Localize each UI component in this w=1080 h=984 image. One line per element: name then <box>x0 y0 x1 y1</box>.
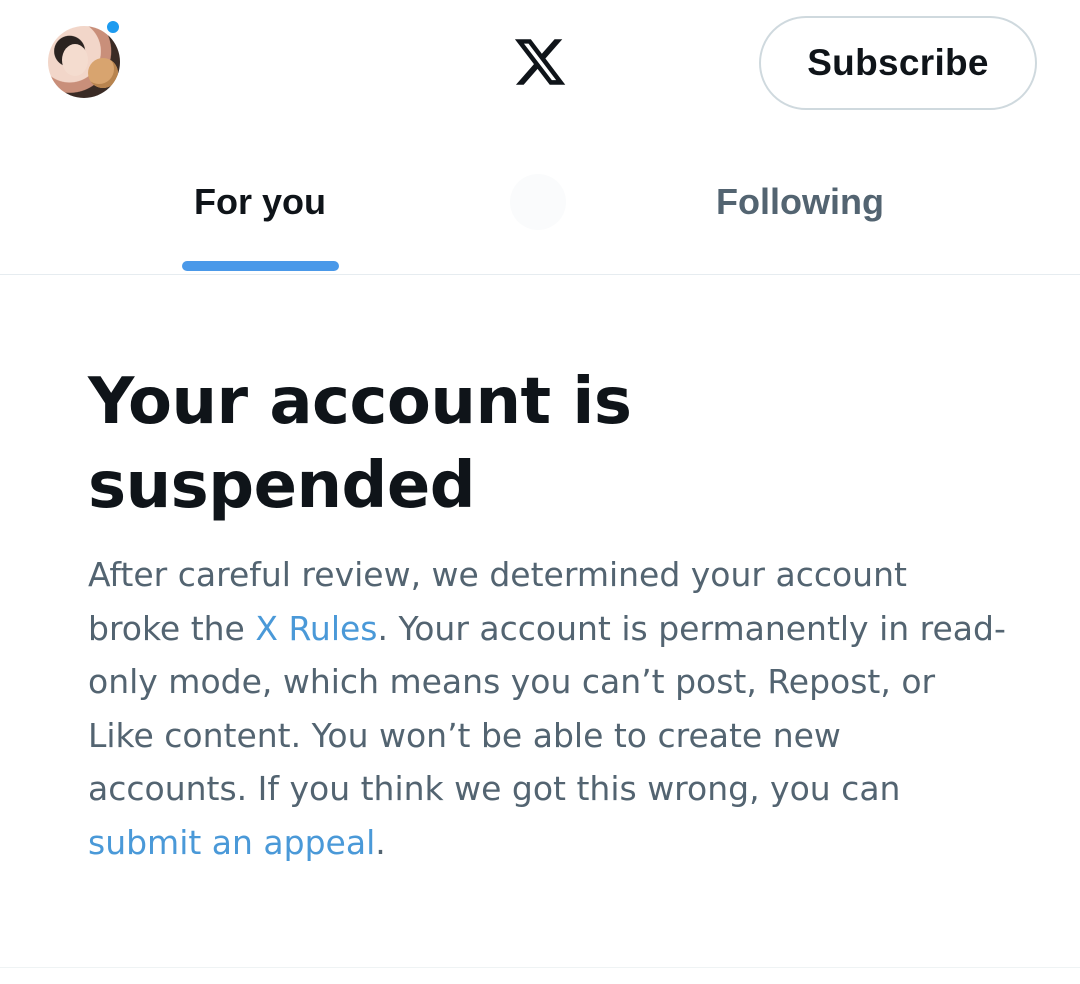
timeline-tabs: For you Following <box>0 130 1080 275</box>
tab-following-label: Following <box>716 181 884 222</box>
subscribe-button[interactable]: Subscribe <box>759 16 1037 110</box>
avatar-bear <box>88 58 118 88</box>
notification-dot <box>104 18 122 36</box>
suspension-title: Your account is suspended <box>88 365 632 523</box>
user-avatar[interactable] <box>48 26 120 98</box>
tab-for-you[interactable]: For you <box>0 130 520 274</box>
x-rules-link[interactable]: X Rules <box>255 609 377 648</box>
top-bar: Subscribe <box>0 0 1080 130</box>
tab-for-you-label: For you <box>194 181 326 222</box>
tab-following[interactable]: Following <box>540 130 1060 274</box>
message-text-3: . <box>375 822 386 862</box>
suspension-message: After careful review, we determined your… <box>88 548 1008 869</box>
submit-appeal-link[interactable]: submit an appeal <box>88 823 375 862</box>
x-logo-icon[interactable] <box>512 34 568 90</box>
avatar-face <box>62 44 88 76</box>
active-tab-indicator <box>182 261 339 271</box>
suspension-notice: Your account is suspended After careful … <box>88 360 1008 869</box>
divider <box>0 967 1080 968</box>
